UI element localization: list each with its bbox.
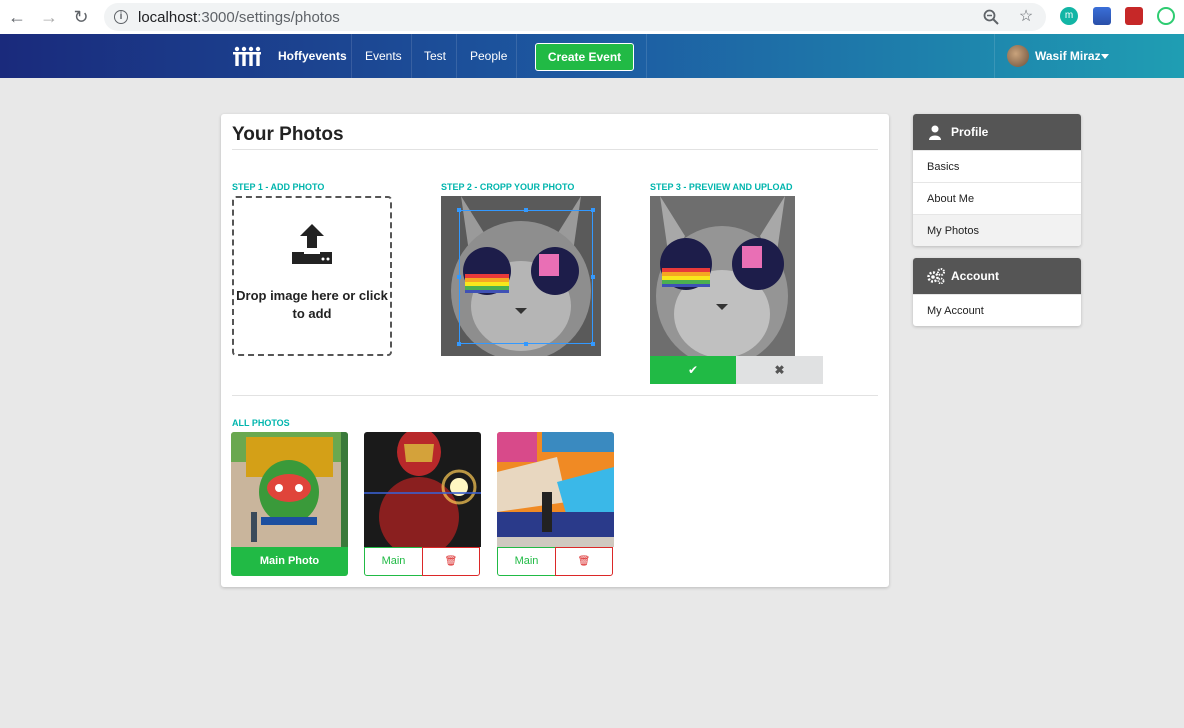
profile-menu-title: Profile: [951, 125, 989, 139]
delete-photo-button[interactable]: 🗑: [555, 547, 613, 576]
photo-thumbnail[interactable]: [364, 432, 481, 547]
check-icon: ✔: [687, 363, 699, 377]
page-title: Your Photos: [232, 124, 344, 145]
cancel-upload-button[interactable]: ✖: [736, 356, 823, 384]
photo-dropzone[interactable]: Drop image here or click to add: [232, 196, 392, 356]
crop-selection[interactable]: [457, 208, 595, 346]
divider: [232, 395, 878, 396]
photo-thumbnail[interactable]: [497, 432, 614, 547]
close-icon: ✖: [774, 363, 785, 377]
ironman-photo-image: [364, 432, 481, 547]
nav-link-people[interactable]: People: [470, 34, 507, 78]
crop-handle[interactable]: [524, 342, 528, 346]
step3-label: STEP 3 - PREVIEW AND UPLOAD: [650, 182, 793, 192]
set-main-button[interactable]: Main: [497, 547, 556, 576]
crop-handle[interactable]: [591, 275, 595, 279]
crop-handle[interactable]: [457, 208, 461, 212]
menu-item-my-photos[interactable]: My Photos: [913, 214, 1081, 246]
nav-divider: [994, 34, 995, 78]
graffiti-photo-image: [497, 432, 614, 547]
extension-red-icon[interactable]: [1125, 7, 1143, 25]
divider: [232, 149, 878, 150]
crop-handle[interactable]: [457, 342, 461, 346]
all-photos-label: ALL PHOTOS: [232, 418, 290, 428]
mural-photo-image: [231, 432, 348, 547]
nav-link-test[interactable]: Test: [424, 34, 446, 78]
step1-label: STEP 1 - ADD PHOTO: [232, 182, 325, 192]
extension-m-icon[interactable]: m: [1060, 7, 1078, 25]
browser-toolbar: ← → ↻ i localhost:3000/settings/photos ☆…: [0, 0, 1184, 34]
bookmark-star-icon[interactable]: ☆: [1017, 8, 1035, 26]
trash-icon: 🗑: [577, 556, 591, 567]
user-icon: [929, 125, 941, 140]
set-main-button[interactable]: Main: [364, 547, 423, 576]
menu-item-basics[interactable]: Basics: [913, 150, 1081, 182]
crop-handle[interactable]: [524, 208, 528, 212]
info-icon[interactable]: i: [114, 10, 128, 24]
profile-menu: Profile Basics About Me My Photos: [913, 114, 1081, 246]
back-arrow-icon[interactable]: ←: [6, 6, 28, 28]
url-text: localhost:3000/settings/photos: [138, 9, 340, 26]
upload-icon: [292, 224, 332, 264]
extension-download-icon[interactable]: [1093, 7, 1111, 25]
brand-logo-icon[interactable]: [233, 45, 261, 67]
preview-image: [650, 196, 795, 356]
gears-icon: [927, 268, 945, 284]
step2-label: STEP 2 - CROPP YOUR PHOTO: [441, 182, 575, 192]
brand-link[interactable]: Hoffyevents: [278, 34, 347, 78]
account-menu-header: Account: [913, 258, 1081, 294]
zoom-icon[interactable]: [982, 8, 1000, 26]
address-bar[interactable]: i localhost:3000/settings/photos ☆: [104, 3, 1046, 31]
nav-link-events[interactable]: Events: [365, 34, 402, 78]
main-photo-button[interactable]: Main Photo: [231, 547, 348, 576]
crop-handle[interactable]: [591, 342, 595, 346]
crop-handle[interactable]: [457, 275, 461, 279]
reload-icon[interactable]: ↻: [70, 6, 92, 28]
nav-divider: [456, 34, 457, 78]
forward-arrow-icon[interactable]: →: [38, 6, 60, 28]
crop-image[interactable]: [441, 196, 601, 356]
account-menu: Account My Account: [913, 258, 1081, 326]
user-avatar[interactable]: [1007, 45, 1029, 67]
account-menu-title: Account: [951, 269, 999, 283]
nav-divider: [646, 34, 647, 78]
trash-icon: 🗑: [444, 556, 458, 567]
create-event-button[interactable]: Create Event: [535, 43, 634, 71]
photos-card: Your Photos STEP 1 - ADD PHOTO STEP 2 - …: [221, 114, 889, 587]
photo-thumbnail: [231, 432, 348, 547]
nav-divider: [351, 34, 352, 78]
delete-photo-button[interactable]: 🗑: [422, 547, 480, 576]
dropzone-text: Drop image here or click to add: [236, 288, 388, 321]
extension-green-icon[interactable]: [1157, 7, 1175, 25]
nav-divider: [516, 34, 517, 78]
profile-menu-header: Profile: [913, 114, 1081, 150]
menu-item-my-account[interactable]: My Account: [913, 294, 1081, 326]
crop-handle[interactable]: [591, 208, 595, 212]
cat-preview-image: [650, 196, 795, 356]
nav-divider: [411, 34, 412, 78]
user-menu-name[interactable]: Wasif Miraz: [1035, 34, 1101, 78]
confirm-upload-button[interactable]: ✔: [650, 356, 736, 384]
menu-item-about-me[interactable]: About Me: [913, 182, 1081, 214]
caret-down-icon[interactable]: [1101, 54, 1109, 59]
